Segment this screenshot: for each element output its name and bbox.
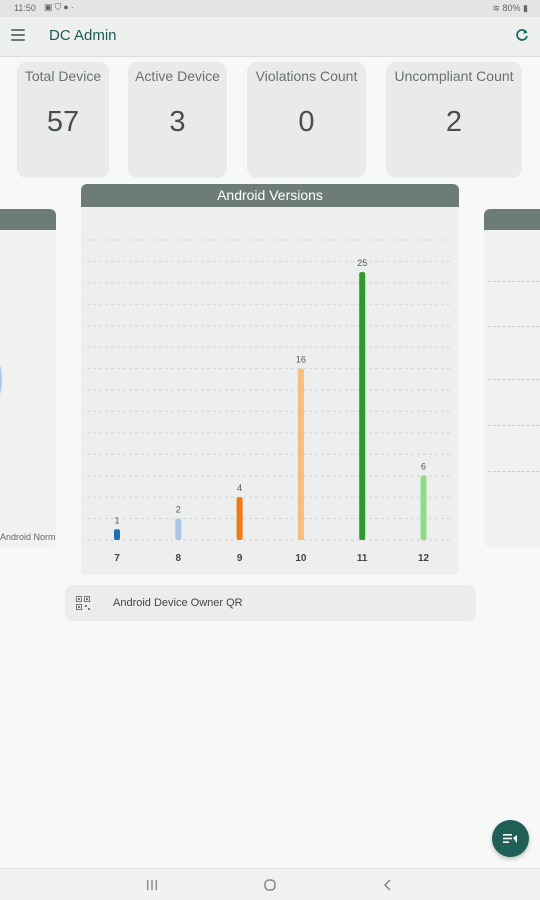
- x-tick-label: 11: [357, 553, 368, 564]
- grid-line: [488, 379, 540, 380]
- system-navigation-bar: [0, 868, 540, 900]
- battery-icon: ▮: [523, 3, 528, 13]
- app-bar: DC Admin: [0, 17, 540, 57]
- bar-value-label: 16: [296, 355, 306, 365]
- shield-icon: ⛉: [54, 2, 64, 12]
- bar-android-7: [114, 529, 120, 540]
- stat-label: Uncompliant Count: [394, 68, 514, 84]
- notification-icon: ●: [63, 2, 71, 12]
- stat-value: 2: [445, 106, 463, 138]
- stat-value: 0: [298, 106, 315, 138]
- x-tick-label: 8: [176, 553, 182, 564]
- carousel-card-right[interactable]: [484, 209, 540, 547]
- android-versions-card[interactable]: Android Versions 1 7 2 8 4 9 16 10 25 11 6 12: [81, 184, 459, 575]
- stat-label: Active Device: [135, 68, 220, 84]
- back-icon[interactable]: [378, 876, 398, 894]
- pie-legend-label: Android Norm: [0, 532, 56, 542]
- stat-label: Total Device: [24, 68, 102, 84]
- bar-android-12: [420, 475, 427, 540]
- battery-level: 80%: [502, 3, 521, 13]
- home-icon[interactable]: [260, 876, 280, 894]
- grid-line: [488, 425, 540, 426]
- stat-card-violations-count[interactable]: Violations Count 0: [247, 62, 366, 178]
- status-icons: ▣⛉●·: [44, 2, 76, 13]
- bar-android-8: [175, 518, 182, 540]
- grid-line: [488, 281, 540, 282]
- pie-chart-partial: [0, 365, 3, 395]
- carousel-card-left[interactable]: Android Norm: [0, 209, 56, 547]
- android-device-owner-qr-item[interactable]: Android Device Owner QR: [65, 585, 476, 621]
- card-header: [484, 209, 540, 230]
- bar-value-label: 2: [176, 505, 181, 515]
- status-bar: 11:50 ▣⛉●· ≋ 80% ▮: [0, 0, 540, 17]
- status-time: 11:50: [14, 3, 36, 13]
- x-tick-label: 9: [237, 553, 243, 564]
- stat-value: 3: [169, 106, 186, 138]
- qr-code-icon: [76, 596, 90, 610]
- app-title: DC Admin: [49, 27, 117, 44]
- stat-card-total-device[interactable]: Total Device 57: [17, 62, 109, 178]
- chart-title: Android Versions: [81, 184, 459, 207]
- dot-icon: ·: [70, 2, 76, 12]
- bar-value-label: 6: [421, 462, 426, 472]
- stat-label: Violations Count: [255, 68, 358, 84]
- x-tick-label: 12: [418, 553, 430, 564]
- stat-card-active-device[interactable]: Active Device 3: [128, 62, 227, 178]
- x-tick-label: 10: [295, 553, 307, 564]
- qr-item-label: Android Device Owner QR: [113, 597, 243, 609]
- notes-icon: [503, 834, 517, 843]
- card-header: [0, 209, 56, 230]
- recents-icon[interactable]: [142, 876, 162, 894]
- grid-line: [488, 471, 540, 472]
- fab-button[interactable]: [492, 820, 529, 857]
- bar-value-label: 4: [237, 483, 242, 493]
- hamburger-menu-icon[interactable]: [11, 29, 25, 43]
- bar-android-11: [359, 272, 366, 540]
- bar-value-label: 25: [357, 258, 367, 268]
- stat-value: 57: [46, 106, 80, 138]
- android-versions-chart: 1 7 2 8 4 9 16 10 25 11 6 12: [87, 239, 453, 564]
- refresh-icon[interactable]: [514, 27, 530, 43]
- bar-value-label: 1: [114, 515, 119, 525]
- wifi-icon: ≋: [492, 3, 500, 13]
- stat-card-uncompliant-count[interactable]: Uncompliant Count 2: [386, 62, 522, 178]
- bar-android-9: [236, 497, 243, 540]
- grid-line: [488, 326, 540, 327]
- battery-indicator: ≋ 80% ▮: [492, 3, 528, 14]
- gallery-icon: ▣: [44, 2, 55, 12]
- bar-android-10: [297, 368, 304, 540]
- x-tick-label: 7: [114, 553, 120, 564]
